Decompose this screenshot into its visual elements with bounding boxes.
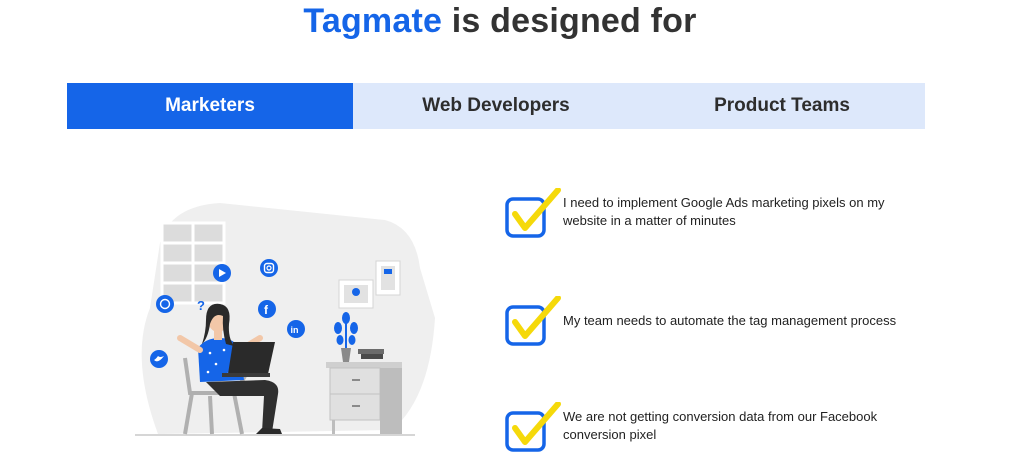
window bbox=[160, 221, 226, 305]
facebook-icon: f bbox=[258, 300, 276, 318]
checkbox-check-icon bbox=[505, 188, 561, 238]
brand-name: Tagmate bbox=[303, 2, 443, 40]
youtube-icon bbox=[213, 264, 231, 282]
svg-text:in: in bbox=[291, 325, 299, 335]
section-heading: Tagmate is designed for bbox=[0, 2, 1000, 41]
checkbox-check-icon bbox=[505, 402, 561, 452]
linkedin-icon: in bbox=[287, 320, 305, 338]
tab-product-teams[interactable]: Product Teams bbox=[639, 83, 925, 129]
question-mark-icon: ? bbox=[197, 298, 205, 313]
tab-web-developers[interactable]: Web Developers bbox=[353, 83, 639, 129]
checkbox-check-icon bbox=[505, 296, 561, 346]
marketer-illustration: ? f in bbox=[135, 203, 435, 436]
heading-rest: is designed for bbox=[442, 2, 697, 40]
feature-text: My team needs to automate the tag manage… bbox=[563, 313, 897, 328]
feature-text: We are not getting conversion data from … bbox=[563, 409, 878, 442]
whatsapp-icon bbox=[156, 295, 174, 313]
tab-marketers[interactable]: Marketers bbox=[67, 83, 353, 129]
instagram-icon bbox=[260, 259, 278, 277]
feature-text: I need to implement Google Ads marketing… bbox=[563, 195, 885, 228]
wall-picture-2 bbox=[375, 260, 401, 296]
twitter-icon bbox=[150, 350, 168, 368]
audience-tabs: Marketers Web Developers Product Teams bbox=[67, 83, 925, 129]
wall-picture-1 bbox=[338, 279, 374, 309]
books bbox=[358, 349, 384, 354]
